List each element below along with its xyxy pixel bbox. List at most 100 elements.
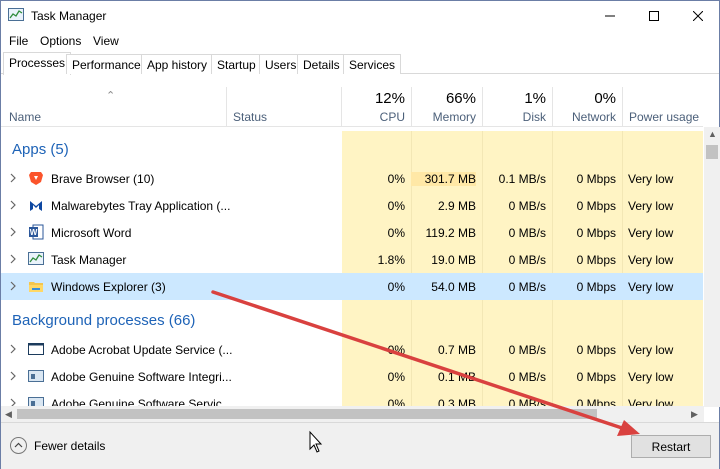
network-value: 0 Mbps [576,343,616,357]
network-value: 0 Mbps [576,172,616,186]
scroll-up-icon[interactable]: ▲ [708,129,717,139]
group-header-apps[interactable]: Apps (5) [1,133,703,160]
tab-app-history[interactable]: App history [141,54,214,74]
memory-value: 0.7 MB [437,343,476,357]
column-status[interactable]: Status [227,87,342,127]
process-name: Windows Explorer (3) [51,280,166,294]
disk-value: 0 MB/s [508,226,546,240]
group-header-background[interactable]: Background processes (66) [1,303,703,330]
process-list: Apps (5) Brave Browser (10) 0% 301.7 MB … [1,131,703,407]
chevron-right-icon[interactable] [10,254,16,264]
window-icon [28,370,44,382]
chevron-right-icon[interactable] [10,281,16,291]
menu-bar: File Options View [1,31,719,51]
cpu-value: 0% [387,370,405,384]
network-value: 0 Mbps [576,226,616,240]
group-title: Background processes (66) [12,312,196,329]
maximize-button[interactable] [631,1,677,31]
memory-value: 119.2 MB [425,226,476,240]
column-power[interactable]: Power usage [623,87,703,127]
chevron-right-icon[interactable] [10,200,16,210]
close-button[interactable] [675,1,720,31]
memory-value: 0.1 MB [437,370,476,384]
column-memory[interactable]: 66% Memory [412,87,483,127]
network-value: 0 Mbps [576,253,616,267]
list-item[interactable]: Task Manager 1.8% 19.0 MB 0 MB/s 0 Mbps … [1,246,703,273]
horizontal-scrollbar[interactable]: ◀ ▶ [1,406,704,422]
list-item[interactable]: Adobe Genuine Software Servic... 0% 0.3 … [1,390,703,407]
process-name: Brave Browser (10) [51,172,155,186]
list-item[interactable]: Adobe Acrobat Update Service (... 0% 0.7… [1,336,703,363]
network-value: 0 Mbps [576,199,616,213]
memory-value: 19.0 MB [431,253,476,267]
disk-value: 0 MB/s [508,199,546,213]
menu-file[interactable]: File [9,34,28,48]
disk-total: 1% [524,90,546,107]
column-name[interactable]: Name [1,87,227,127]
malwarebytes-icon [30,201,42,211]
scroll-left-icon[interactable]: ◀ [5,409,12,420]
network-value: 0 Mbps [576,280,616,294]
chevron-right-icon[interactable] [10,344,16,354]
brave-icon [29,172,43,185]
tab-performance[interactable]: Performance [66,54,147,74]
disk-value: 0 MB/s [508,280,546,294]
chevron-right-icon[interactable] [10,371,16,381]
menu-view[interactable]: View [93,34,119,48]
list-item[interactable]: Adobe Genuine Software Integri... 0% 0.1… [1,363,703,390]
power-value: Very low [628,172,674,186]
power-value: Very low [628,343,674,357]
task-manager-icon [8,8,24,21]
task-manager-window: Task Manager File Options View Processes… [0,0,720,469]
memory-total: 66% [445,90,476,107]
column-disk[interactable]: 1% Disk [483,87,553,127]
list-item[interactable]: W Microsoft Word 0% 119.2 MB 0 MB/s 0 Mb… [1,219,703,246]
power-value: Very low [628,280,674,294]
chevron-right-icon[interactable] [10,227,16,237]
network-total: 0% [594,90,616,107]
vertical-scrollbar[interactable]: ▲ [704,127,720,407]
tab-services[interactable]: Services [343,54,402,74]
restart-button[interactable]: Restart [631,435,711,458]
tab-details[interactable]: Details [297,54,346,74]
network-value: 0 Mbps [576,370,616,384]
window-icon [28,343,44,355]
minimize-icon [605,15,615,17]
list-item-selected[interactable]: Windows Explorer (3) 0% 54.0 MB 0 MB/s 0… [1,273,703,300]
cpu-value: 1.8% [377,253,405,267]
power-value: Very low [628,253,674,267]
maximize-icon [649,11,659,21]
column-disk-label: Disk [522,110,546,124]
column-cpu[interactable]: 12% CPU [342,87,412,127]
process-name: Adobe Genuine Software Integri... [51,370,232,384]
title-bar[interactable]: Task Manager [1,1,719,31]
tab-startup[interactable]: Startup [211,54,262,74]
memory-value: 54.0 MB [431,280,476,294]
vertical-scroll-thumb[interactable] [706,145,718,159]
process-name: Microsoft Word [51,226,132,240]
tab-processes[interactable]: Processes [3,52,72,75]
chevron-up-circle-icon[interactable] [10,437,27,454]
power-value: Very low [628,370,674,384]
window-title: Task Manager [31,9,107,23]
horizontal-scroll-thumb[interactable] [17,409,597,419]
memory-value: 301.7 MB [410,172,476,186]
power-value: Very low [628,199,674,213]
column-network[interactable]: 0% Network [553,87,623,127]
scroll-right-icon[interactable]: ▶ [691,409,698,420]
disk-value: 0.1 MB/s [498,172,546,186]
cpu-value: 0% [387,343,405,357]
column-header: Name Status 12% CPU 66% Memory 1% Disk 0… [1,87,703,127]
fewer-details-link[interactable]: Fewer details [34,439,105,453]
process-name: Adobe Acrobat Update Service (... [51,343,233,357]
list-item[interactable]: Brave Browser (10) 0% 301.7 MB 0.1 MB/s … [1,165,703,192]
minimize-button[interactable] [587,1,633,31]
tab-users[interactable]: Users [259,54,303,74]
process-name: Malwarebytes Tray Application (... [51,199,231,213]
chevron-right-icon[interactable] [10,173,16,183]
power-value: Very low [628,226,674,240]
tab-strip: Processes Performance App history Startu… [1,52,719,75]
menu-options[interactable]: Options [40,34,81,48]
list-item[interactable]: Malwarebytes Tray Application (... 0% 2.… [1,192,703,219]
process-name: Task Manager [51,253,127,267]
